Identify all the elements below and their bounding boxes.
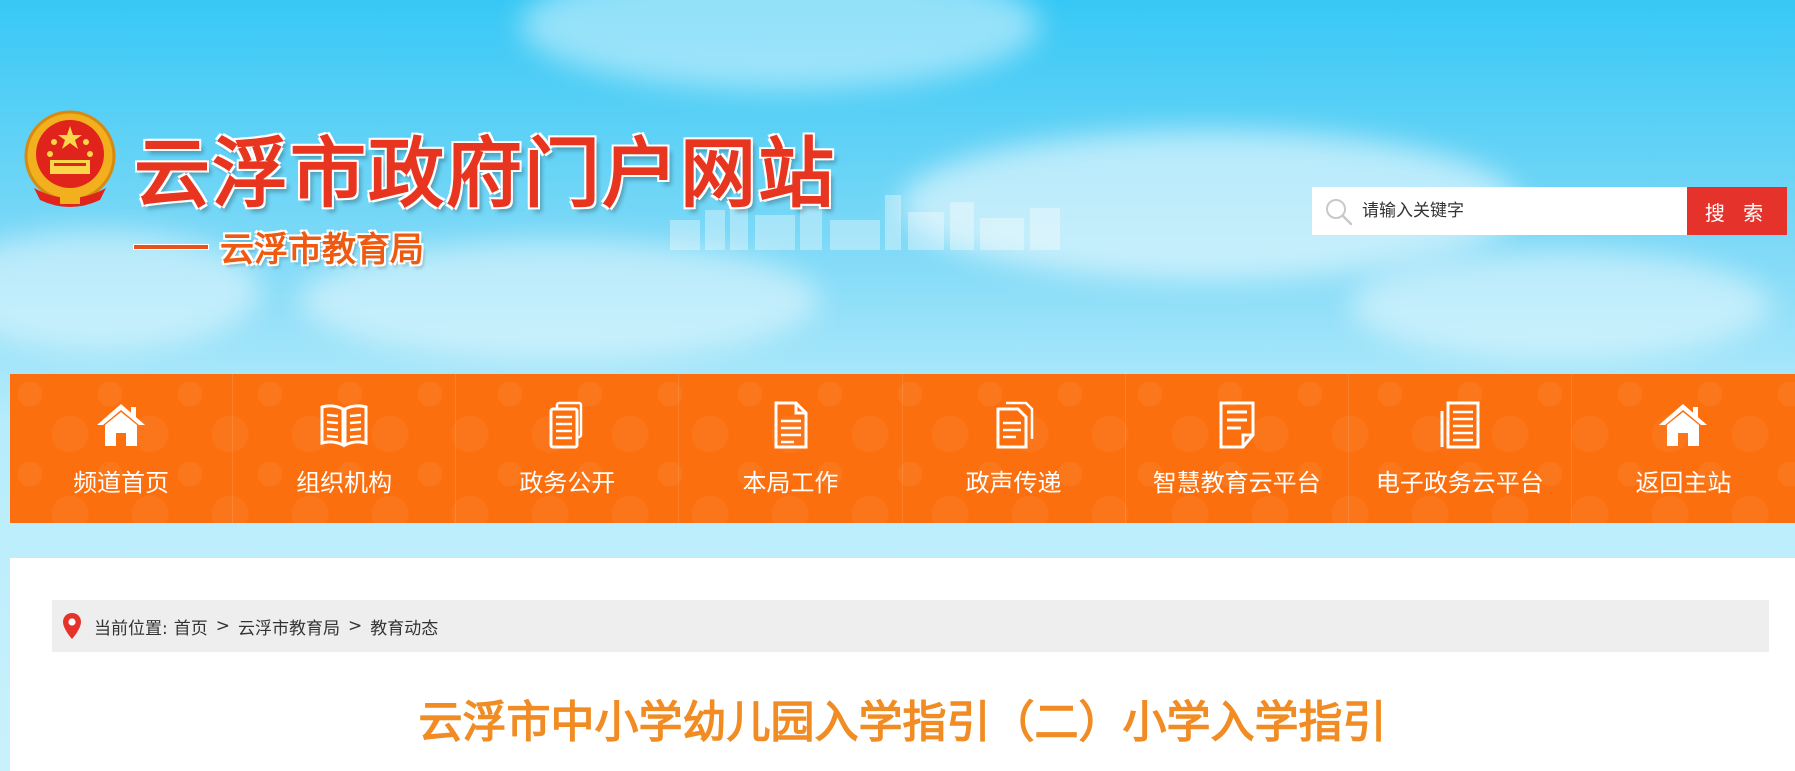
nav-label: 组织机构 [296, 469, 393, 497]
book-icon [320, 404, 368, 448]
breadcrumb-prefix: 当前位置: [94, 618, 168, 639]
home-icon [97, 404, 146, 446]
search-button[interactable]: 搜 索 [1687, 187, 1787, 235]
nav-label: 本局工作 [742, 469, 839, 497]
nav-item-e-gov-cloud[interactable]: 电子政务云平台 [1349, 374, 1572, 523]
breadcrumb: 当前位置: 首页 > 云浮市教育局 > 教育动态 [52, 600, 1769, 652]
nav-item-voice-relay[interactable]: 政声传递 [903, 374, 1126, 523]
nav-label: 返回主站 [1635, 469, 1732, 497]
article-title: 云浮市中小学幼儿园入学指引（二）小学入学指引 [418, 697, 1387, 748]
location-pin-icon [63, 613, 81, 639]
nav-label: 电子政务云平台 [1375, 469, 1544, 497]
breadcrumb-link-education-bureau[interactable]: 云浮市教育局 [238, 614, 340, 639]
search-icon [1326, 199, 1353, 226]
nav-label: 频道首页 [73, 469, 170, 497]
breadcrumb-separator: > [347, 616, 363, 636]
nav-item-organization[interactable]: 组织机构 [233, 374, 457, 523]
site-header: 云浮市政府门户网站 云浮市教育局 搜 索 [0, 0, 1795, 374]
nav-item-channel-home[interactable]: 频道首页 [10, 374, 234, 523]
notepad-icon [1219, 401, 1255, 449]
nav-item-gov-affairs[interactable]: 政务公开 [456, 374, 680, 523]
nav-item-return-main-site[interactable]: 返回主站 [1572, 374, 1795, 523]
file-icon [774, 401, 808, 449]
list-document-icon [1440, 401, 1480, 449]
breadcrumb-separator: > [215, 616, 230, 636]
breadcrumb-link-education-news[interactable]: 教育动态 [370, 614, 438, 639]
cloud-decoration [1350, 250, 1770, 360]
cloud-decoration [520, 0, 1040, 90]
breadcrumb-link-home[interactable]: 首页 [174, 614, 208, 639]
nav-label: 政务公开 [519, 469, 616, 497]
main-nav: 频道首页 组织机构 政务公开 本局工作 政声传递 智慧教育云平台 电子政务云平台… [10, 374, 1795, 523]
nav-label: 智慧教育云平台 [1152, 469, 1321, 497]
home-icon [1659, 404, 1708, 446]
nav-item-smart-education-cloud[interactable]: 智慧教育云平台 [1126, 374, 1349, 523]
site-subtitle: 云浮市教育局 [220, 230, 424, 270]
site-title: 云浮市政府门户网站 [134, 129, 836, 218]
national-emblem-icon [24, 110, 116, 207]
files-icon [996, 401, 1033, 449]
search-box [1312, 187, 1687, 235]
content-area: 当前位置: 首页 > 云浮市教育局 > 教育动态 云浮市中小学幼儿园入学指引（二… [10, 558, 1795, 771]
document-stack-icon [549, 401, 583, 449]
nav-label: 政声传递 [965, 469, 1062, 497]
nav-item-bureau-work[interactable]: 本局工作 [679, 374, 903, 523]
search-input[interactable] [1362, 187, 1682, 235]
subtitle-dash [134, 245, 208, 249]
